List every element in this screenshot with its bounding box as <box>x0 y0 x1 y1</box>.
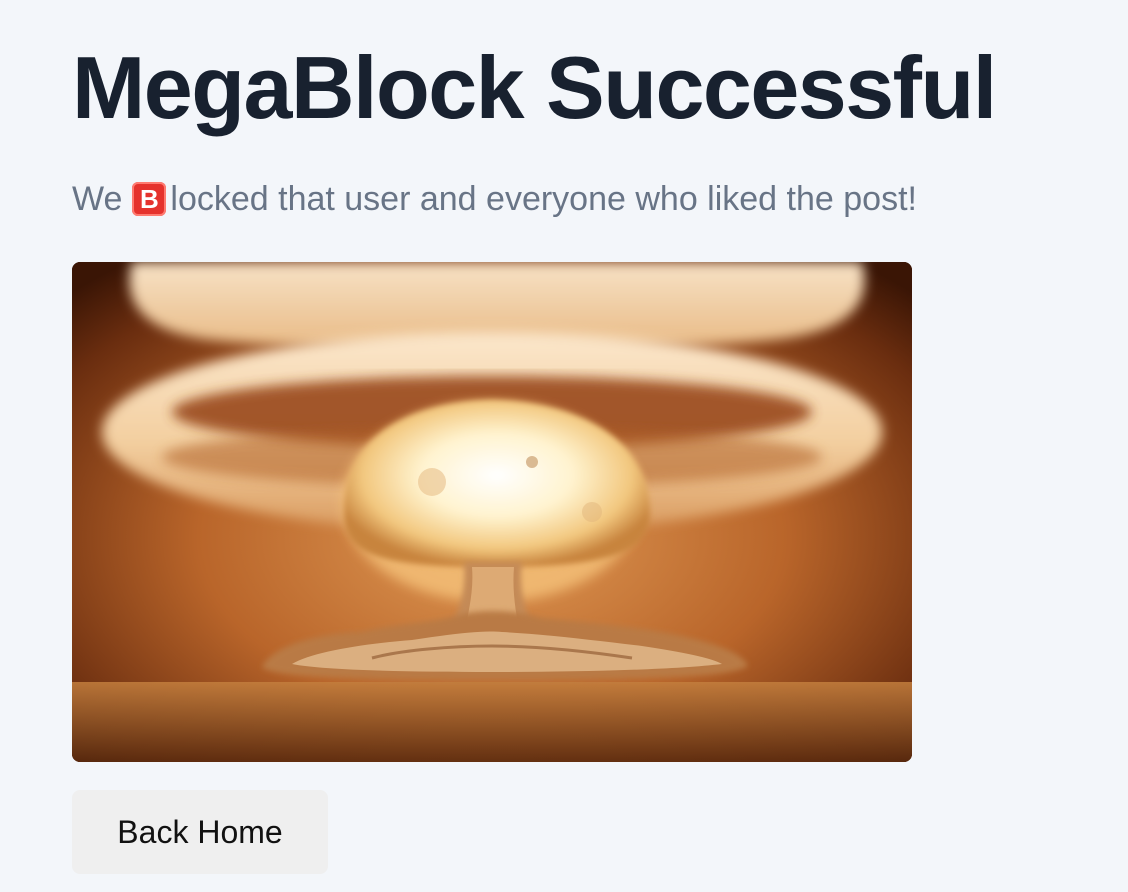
success-message: We B locked that user and everyone who l… <box>72 176 917 222</box>
back-home-button[interactable]: Back Home <box>72 790 328 874</box>
mushroom-cloud-illustration <box>72 262 912 762</box>
explosion-image <box>72 262 912 762</box>
badge-letter: B <box>140 184 159 214</box>
b-button-icon: B <box>132 182 167 216</box>
message-prefix: We <box>72 180 123 218</box>
message-suffix: locked that user and everyone who liked … <box>170 180 917 218</box>
page-title: MegaBlock Successful <box>72 38 997 137</box>
